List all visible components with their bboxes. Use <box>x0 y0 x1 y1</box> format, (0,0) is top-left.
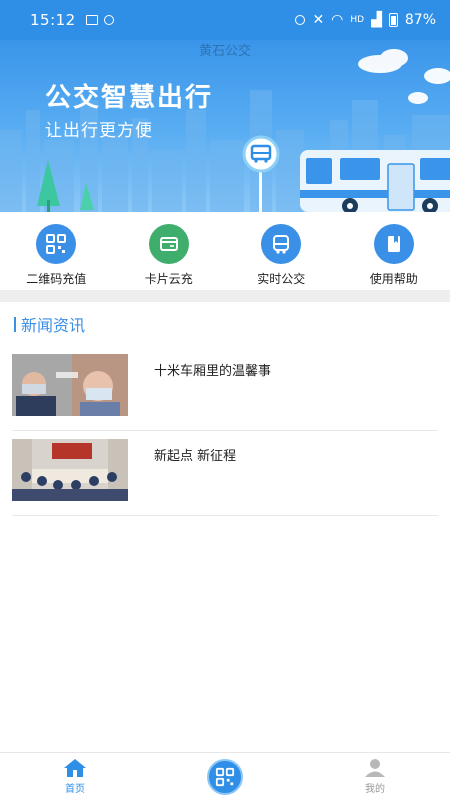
section-divider <box>0 290 450 302</box>
card-cloud-recharge-button[interactable]: 卡片云充 <box>113 212 226 290</box>
news-section-title: 新闻资讯 <box>21 316 86 335</box>
quick-action-label: 使用帮助 <box>369 272 418 286</box>
alarm-icon <box>295 15 306 25</box>
bus-icon <box>261 224 302 264</box>
home-icon <box>64 759 86 777</box>
banner-slogan: 公交智慧出行 <box>45 83 214 113</box>
mute-icon: ✕ <box>312 12 325 28</box>
news-header: 新闻资讯 <box>0 302 450 346</box>
banner[interactable]: 黄石公交 公交智慧出行 让出行更方便 <box>0 40 450 212</box>
user-icon <box>365 759 385 777</box>
qr-code-icon <box>36 224 77 264</box>
qr-code-icon <box>207 758 243 795</box>
status-notification-icons <box>85 15 114 25</box>
qr-recharge-button[interactable]: 二维码充值 <box>0 212 113 290</box>
news-title: 十米车厢里的温馨事 <box>154 364 272 379</box>
app-title: 黄石公交 <box>198 44 251 59</box>
signal-icon: ▟ <box>371 12 382 28</box>
card-icon <box>148 224 189 264</box>
help-book-icon <box>373 224 414 264</box>
section-accent-bar <box>14 316 16 332</box>
nav-label: 首页 <box>65 784 85 795</box>
nav-qr-code[interactable] <box>150 753 300 800</box>
battery-icon <box>388 13 398 27</box>
app-notification-icon <box>103 15 114 25</box>
news-section: 新闻资讯 十米车厢里的温馨事 新起点 新征程 <box>0 302 450 516</box>
network-label: HD <box>350 15 365 25</box>
quick-actions: 二维码充值 卡片云充 实时公交 使用帮助 <box>0 212 450 290</box>
status-right: ✕ ◠ HD ▟ 87% <box>295 12 436 28</box>
nav-label: 我的 <box>365 784 385 795</box>
quick-action-label: 卡片云充 <box>144 272 193 286</box>
wifi-icon: ◠ <box>331 12 344 28</box>
news-item[interactable]: 十米车厢里的温馨事 <box>12 346 438 431</box>
banner-subtitle: 让出行更方便 <box>45 121 153 141</box>
status-bar: 15:12 ✕ ◠ HD ▟ 87% <box>0 0 450 40</box>
news-thumbnail <box>12 439 128 501</box>
quick-action-label: 二维码充值 <box>26 272 87 286</box>
help-button[interactable]: 使用帮助 <box>338 212 450 290</box>
nav-mine[interactable]: 我的 <box>300 753 450 800</box>
news-item[interactable]: 新起点 新征程 <box>12 431 438 516</box>
image-notification-icon <box>85 15 98 25</box>
nav-home[interactable]: 首页 <box>0 753 150 800</box>
realtime-bus-button[interactable]: 实时公交 <box>225 212 338 290</box>
news-thumbnail <box>12 354 128 416</box>
news-title: 新起点 新征程 <box>154 449 237 464</box>
quick-action-label: 实时公交 <box>257 272 306 286</box>
bottom-nav: 首页 我的 <box>0 752 450 800</box>
status-time: 15:12 <box>30 11 76 29</box>
battery-percent: 87% <box>404 12 436 28</box>
